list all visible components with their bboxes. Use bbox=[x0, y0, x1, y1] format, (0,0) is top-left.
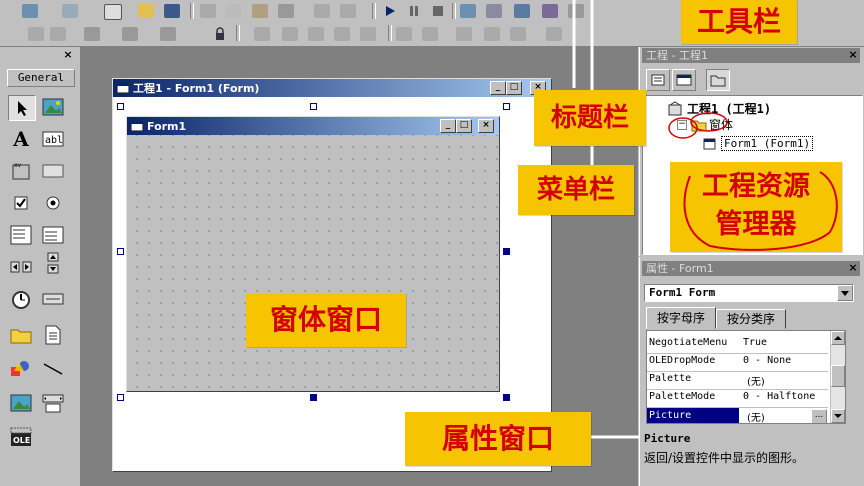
callout-properties-window: 属性窗口 bbox=[405, 412, 591, 466]
handwritten-annotation bbox=[683, 171, 838, 251]
callout-menubar: 菜单栏 bbox=[518, 165, 634, 215]
callout-project-explorer: 工程资源 管理器 bbox=[670, 162, 842, 252]
callout-form-window: 窗体窗口 bbox=[246, 293, 406, 347]
callout-titlebar: 标题栏 bbox=[534, 90, 646, 146]
callout-toolbar: 工具栏 bbox=[681, 0, 797, 44]
